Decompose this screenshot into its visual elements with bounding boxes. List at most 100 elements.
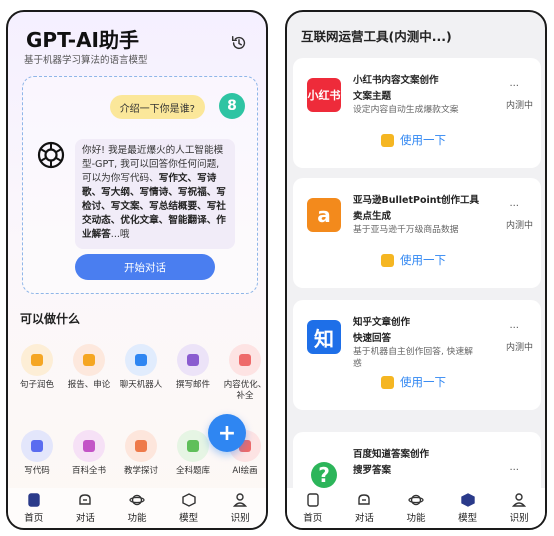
tools-page-title: 互联网运营工具(内测中...) <box>301 29 452 44</box>
feature-item[interactable]: 教学探讨 <box>116 430 166 477</box>
feature-label: 句子润色 <box>19 380 54 390</box>
tool-card[interactable]: 小红书 小红书内容文案创作 文案主题设定内容自动生成爆款文案... 内测中使用一下 <box>293 58 541 168</box>
right-phone-screen: 互联网运营工具(内测中...) 小红书 小红书内容文案创作 文案主题设定内容自动生成… <box>285 10 547 530</box>
tool-subname: 文案主题 <box>353 91 392 102</box>
start-chat-button[interactable]: 开始对话 <box>75 254 215 280</box>
code-icon <box>21 430 53 462</box>
xiaohongshu-logo: 小红书 <box>307 78 341 112</box>
app-title: GPT-AI助手 <box>26 28 139 52</box>
tool-name: 知乎文章创作 <box>353 317 411 328</box>
feature-label: 全科题库 <box>175 466 210 476</box>
left-phone-screen: GPT-AI助手 基于机器学习算法的语言模型 介绍一下你是谁? 8 你好! 我是… <box>6 10 268 530</box>
tool-status: 内测中 <box>505 101 533 111</box>
tool-subname: 卖点生成 <box>353 211 392 222</box>
tool-subname: 搜罗答案 <box>353 465 392 476</box>
chat-icon <box>79 494 92 505</box>
nav-item[interactable]: 功能 <box>390 488 442 528</box>
chat-preview: 介绍一下你是谁? 8 你好! 我是最近爆火的人工智能模型-GPT, 我可以回答你… <box>22 76 258 294</box>
tool-name: 百度知道答案创作 <box>353 449 430 460</box>
nav-label: 对话 <box>354 513 374 524</box>
feature-item[interactable]: 报告、申论 <box>64 344 114 391</box>
nav-item[interactable]: 模型 <box>163 488 215 528</box>
amazon-logo: a <box>307 198 341 232</box>
tool-subname: 快速回答 <box>353 333 392 344</box>
zhihu-logo: 知 <box>307 320 341 354</box>
bot-message-end: ...哦 <box>110 229 130 240</box>
bottom-nav: 首页 对话 功能 模型 识别 <box>8 488 266 528</box>
baidu-zhidao-logo: ? <box>311 462 337 488</box>
app-subtitle: 基于机器学习算法的语言模型 <box>24 55 148 66</box>
planet-icon <box>129 494 145 506</box>
tool-card[interactable]: 知 知乎文章创作 快速回答 基于机器自主创作回答, 快速解惑... 内测中 使用一下 <box>293 300 541 410</box>
book-icon <box>73 430 105 462</box>
tool-name: 小红书内容文案创作 <box>353 75 439 86</box>
nav-item[interactable]: 对话 <box>339 488 391 528</box>
tool-status: 内测中 <box>505 221 533 231</box>
nav-item[interactable]: 对话 <box>60 488 112 528</box>
feature-label: 撰写邮件 <box>175 380 210 390</box>
nav-label: 识别 <box>509 513 529 524</box>
nav-label: 模型 <box>458 513 478 524</box>
feature-label: 内容优化、补全 <box>223 380 267 401</box>
bottom-nav: 首页 对话 功能 模型 识别 <box>287 488 545 528</box>
nav-item[interactable]: 模型 <box>442 488 494 528</box>
feature-label: 报告、申论 <box>67 380 111 390</box>
tool-card[interactable]: a 亚马逊BulletPoint创作工具 卖点生成基于亚马逊千万级商品数据... 内测… <box>293 178 541 288</box>
nav-item[interactable]: 首页 <box>8 488 60 528</box>
use-tool-label: 使用一下 <box>400 133 446 147</box>
history-icon[interactable] <box>230 34 248 52</box>
chat-icon <box>358 494 371 505</box>
use-tool-label: 使用一下 <box>400 253 446 267</box>
home-icon <box>307 493 319 507</box>
mail-icon <box>177 344 209 376</box>
feature-item[interactable]: 内容优化、补全 <box>220 344 267 402</box>
tool-desc: 基于亚马逊千万级商品数据 <box>353 225 459 235</box>
openai-logo-icon <box>37 141 65 169</box>
play-icon <box>381 133 394 147</box>
use-tool-button[interactable]: 使用一下 <box>381 252 446 268</box>
more-options-button[interactable]: ... <box>509 78 519 89</box>
user-icon <box>233 493 248 507</box>
nav-label: 对话 <box>75 513 95 524</box>
more-options-button[interactable]: ... <box>509 198 519 209</box>
tool-desc: 基于机器自主创作回答, 快速解惑 <box>353 347 473 369</box>
add-button[interactable]: + <box>208 414 246 452</box>
bot-message-bubble: 你好! 我是最近爆火的人工智能模型-GPT, 我可以回答你任何问题, 可以为你写… <box>75 139 235 249</box>
nav-item[interactable]: 识别 <box>493 488 545 528</box>
play-icon <box>381 253 394 267</box>
feature-item[interactable]: 聊天机器人 <box>116 344 166 391</box>
edit-icon <box>229 344 261 376</box>
database-icon <box>177 430 209 462</box>
nav-label: 首页 <box>303 513 323 524</box>
nav-label: 识别 <box>230 513 250 524</box>
feature-item[interactable]: 写代码 <box>12 430 62 477</box>
document-icon <box>73 344 105 376</box>
home-icon <box>28 493 40 507</box>
feature-label: 聊天机器人 <box>119 380 163 390</box>
use-tool-button[interactable]: 使用一下 <box>381 374 446 390</box>
more-options-button[interactable]: ... <box>509 462 519 473</box>
user-avatar: 8 <box>219 93 245 119</box>
nav-item[interactable]: 首页 <box>287 488 339 528</box>
feature-label: 教学探讨 <box>123 466 158 476</box>
nav-item[interactable]: 识别 <box>214 488 266 528</box>
feature-label: 百科全书 <box>71 466 106 476</box>
feature-item[interactable]: 撰写邮件 <box>168 344 218 391</box>
use-tool-button[interactable]: 使用一下 <box>381 132 446 148</box>
tool-desc: 设定内容自动生成爆款文案 <box>353 105 459 115</box>
nav-item[interactable]: 功能 <box>111 488 163 528</box>
pen-icon <box>21 344 53 376</box>
cube-icon <box>181 493 196 507</box>
use-tool-label: 使用一下 <box>400 375 446 389</box>
planet-icon <box>408 494 424 506</box>
nav-label: 模型 <box>179 513 199 524</box>
feature-label: AI绘画 <box>232 466 258 476</box>
feature-item[interactable]: 百科全书 <box>64 430 114 477</box>
more-options-button[interactable]: ... <box>509 320 519 331</box>
tool-name: 亚马逊BulletPoint创作工具 <box>353 195 480 206</box>
lightbulb-icon <box>125 430 157 462</box>
features-section-title: 可以做什么 <box>20 312 81 326</box>
cube-icon <box>460 493 475 507</box>
feature-item[interactable]: 句子润色 <box>12 344 62 391</box>
feature-label: 写代码 <box>24 466 50 476</box>
